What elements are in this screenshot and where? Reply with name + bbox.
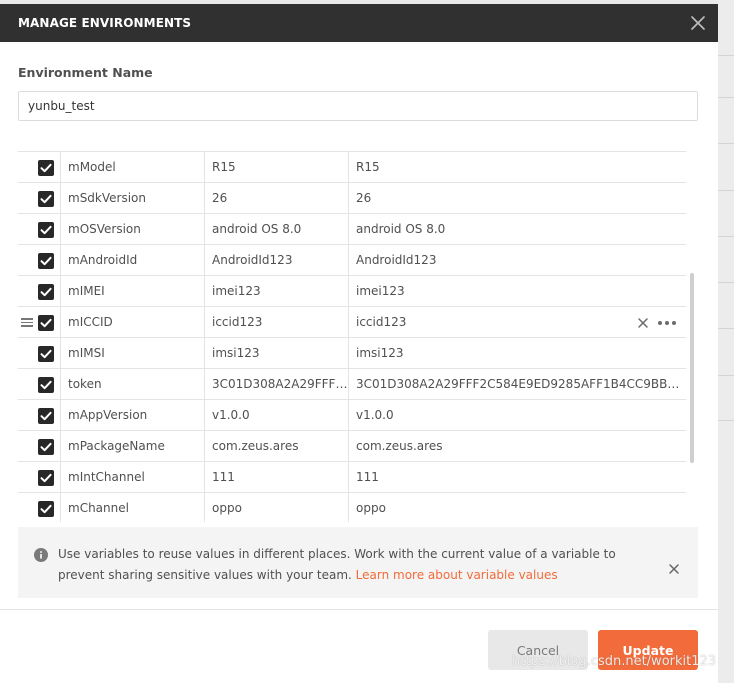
variable-key[interactable]: mPackageName <box>60 431 204 461</box>
variable-current-value[interactable]: 3C01D308A2A29FFF2C584E9ED9285AFF1B4CC9BB… <box>348 369 686 399</box>
info-text: Use variables to reuse values in differe… <box>58 544 638 585</box>
variable-initial-value[interactable]: v1.0.0 <box>204 400 348 430</box>
variable-key[interactable]: mIMSI <box>60 338 204 368</box>
variable-key[interactable]: token <box>60 369 204 399</box>
info-close-icon[interactable] <box>668 560 680 574</box>
variable-key[interactable]: mIntChannel <box>60 462 204 492</box>
variables-scrollbar[interactable] <box>688 159 696 519</box>
checkbox-checked-icon[interactable] <box>38 253 54 269</box>
variable-key[interactable]: mSdkVersion <box>60 183 204 213</box>
variable-initial-value[interactable]: imei123 <box>204 276 348 306</box>
learn-more-link[interactable]: Learn more about variable values <box>356 568 558 582</box>
checkbox-checked-icon[interactable] <box>38 470 54 486</box>
variable-current-value[interactable]: imsi123 <box>348 338 686 368</box>
modal-header: MANAGE ENVIRONMENTS <box>0 4 718 42</box>
variable-row[interactable]: mAndroidId AndroidId123 AndroidId123 <box>18 245 686 276</box>
update-button[interactable]: Update <box>598 630 698 670</box>
variable-initial-value[interactable]: 26 <box>204 183 348 213</box>
variable-key[interactable]: mIMEI <box>60 276 204 306</box>
checkbox-checked-icon[interactable] <box>38 315 54 331</box>
variable-initial-value[interactable]: 111 <box>204 462 348 492</box>
variable-initial-value[interactable]: AndroidId123 <box>204 245 348 275</box>
variable-initial-value[interactable]: oppo <box>204 493 348 522</box>
variable-current-value[interactable]: AndroidId123 <box>348 245 686 275</box>
variable-row[interactable]: mAppVersion v1.0.0 v1.0.0 <box>18 400 686 431</box>
variable-initial-value[interactable]: R15 <box>204 152 348 182</box>
variable-current-value[interactable]: 26 <box>348 183 686 213</box>
variable-current-value[interactable]: com.zeus.ares <box>348 431 686 461</box>
checkbox-checked-icon[interactable] <box>38 284 54 300</box>
drag-handle-icon[interactable] <box>21 318 33 327</box>
more-options-icon[interactable] <box>656 317 678 329</box>
delete-row-icon[interactable] <box>636 316 650 330</box>
variable-row[interactable]: mModel R15 R15 <box>18 152 686 183</box>
checkbox-checked-icon[interactable] <box>38 439 54 455</box>
environment-name-input[interactable] <box>18 91 698 121</box>
checkbox-checked-icon[interactable] <box>38 501 54 517</box>
variable-initial-value[interactable]: com.zeus.ares <box>204 431 348 461</box>
variable-key[interactable]: mOSVersion <box>60 214 204 244</box>
checkbox-checked-icon[interactable] <box>38 160 54 176</box>
variable-initial-value[interactable]: imsi123 <box>204 338 348 368</box>
variable-row[interactable]: mICCID iccid123 iccid123 <box>18 307 686 338</box>
variable-key[interactable]: mModel <box>60 152 204 182</box>
footer-divider <box>0 609 718 610</box>
modal-title: MANAGE ENVIRONMENTS <box>18 16 192 30</box>
checkbox-checked-icon[interactable] <box>38 222 54 238</box>
manage-environments-modal: MANAGE ENVIRONMENTS Environment Name mMo… <box>0 4 718 683</box>
variable-key[interactable]: mICCID <box>60 307 204 337</box>
background-app-strip <box>718 0 734 683</box>
variable-row[interactable]: token 3C01D308A2A29FFF2… 3C01D308A2A29FFF2… <box>18 369 686 400</box>
variable-row[interactable]: mIntChannel 111 111 <box>18 462 686 493</box>
variable-key[interactable]: mChannel <box>60 493 204 522</box>
variable-current-value[interactable]: android OS 8.0 <box>348 214 686 244</box>
cancel-button[interactable]: Cancel <box>488 630 588 670</box>
variables-table: mModel R15 R15 mSdkVersion 26 26 mOSVersion and… <box>18 151 686 522</box>
variable-row[interactable]: mPackageName com.zeus.ares com.zeus.ares <box>18 431 686 462</box>
variable-row[interactable]: mIMEI imei123 imei123 <box>18 276 686 307</box>
variable-current-value[interactable]: imei123 <box>348 276 686 306</box>
variable-key[interactable]: mAndroidId <box>60 245 204 275</box>
checkbox-checked-icon[interactable] <box>38 408 54 424</box>
info-icon <box>34 547 48 562</box>
variable-row[interactable]: mOSVersion android OS 8.0 android OS 8.0 <box>18 214 686 245</box>
info-banner: Use variables to reuse values in differe… <box>18 527 698 598</box>
checkbox-checked-icon[interactable] <box>38 377 54 393</box>
variable-row[interactable]: mSdkVersion 26 26 <box>18 183 686 214</box>
variable-current-value[interactable]: oppo <box>348 493 686 522</box>
variable-key[interactable]: mAppVersion <box>60 400 204 430</box>
variable-row[interactable]: mChannel oppo oppo <box>18 493 686 522</box>
variable-current-value[interactable]: R15 <box>348 152 686 182</box>
variable-current-value[interactable]: v1.0.0 <box>348 400 686 430</box>
variable-initial-value[interactable]: android OS 8.0 <box>204 214 348 244</box>
variable-current-value[interactable]: 111 <box>348 462 686 492</box>
variable-initial-value[interactable]: 3C01D308A2A29FFF2… <box>204 369 348 399</box>
variable-initial-value[interactable]: iccid123 <box>204 307 348 337</box>
environment-name-label: Environment Name <box>18 65 153 80</box>
checkbox-checked-icon[interactable] <box>38 346 54 362</box>
scrollbar-thumb[interactable] <box>690 273 694 463</box>
checkbox-checked-icon[interactable] <box>38 191 54 207</box>
close-icon[interactable] <box>688 13 708 33</box>
variable-row[interactable]: mIMSI imsi123 imsi123 <box>18 338 686 369</box>
